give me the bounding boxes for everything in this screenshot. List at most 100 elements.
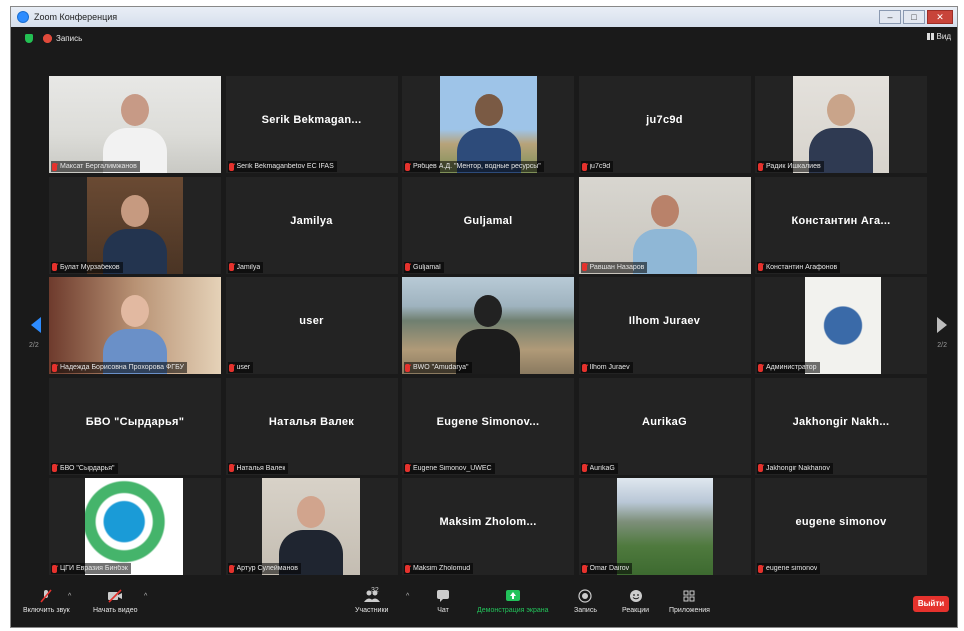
participant-name-label: BWO "Amudarya" (404, 362, 472, 373)
record-button[interactable]: Запись (574, 589, 597, 614)
chat-label: Чат (437, 607, 449, 614)
participant-tile[interactable]: Радик Ишкалиев (755, 76, 927, 173)
participant-name-label: AurikaG (580, 462, 618, 474)
unmute-button[interactable]: Включить звук (23, 589, 70, 614)
participants-count: 32 (371, 587, 379, 594)
participant-video-feed (49, 76, 221, 173)
participant-name-label: Ilhom Juraev (580, 362, 633, 373)
participant-name-label: Jamilya (227, 261, 264, 273)
minimize-button[interactable]: – (879, 10, 901, 24)
person-head (121, 94, 149, 126)
muted-mic-icon (228, 263, 234, 271)
participant-tile[interactable]: Наталья Валек Наталья Валек (225, 377, 398, 475)
person-head (827, 94, 855, 126)
participant-name-label: Булат Мурзабеков (51, 261, 123, 273)
security-shield-icon[interactable] (25, 33, 33, 43)
participant-name-label: Omar Dairov (580, 563, 633, 574)
muted-mic-icon (758, 263, 763, 271)
participant-name: Omar Dairov (589, 565, 630, 572)
chat-button[interactable]: Чат (435, 589, 451, 614)
muted-mic-icon (52, 263, 57, 271)
recording-icon (43, 33, 52, 43)
audio-options-chevron-icon[interactable]: ^ (68, 593, 71, 600)
unmute-label: Включить звук (23, 607, 70, 614)
participant-tile[interactable]: Надежда Борисовна Прохорова ФГБУ (49, 277, 221, 374)
participant-tile[interactable]: AurikaG AurikaG (578, 377, 751, 475)
start-video-label: Начать видео (93, 607, 138, 614)
muted-mic-icon (405, 263, 410, 271)
participant-tile[interactable]: BWO "Amudarya" (402, 277, 574, 374)
participant-name: Рябцев А.Д. "Ментор, водные ресурсы" (413, 163, 541, 170)
participant-name-label: Радик Ишкалиев (757, 161, 824, 172)
participant-tile[interactable]: Константин Ага... Константин Агафонов (755, 176, 927, 274)
muted-mic-icon (228, 564, 234, 573)
participant-tile[interactable]: Omar Dairov (578, 478, 751, 575)
participant-tile[interactable]: Guljamal Guljamal (402, 176, 574, 274)
muted-mic-icon (40, 589, 52, 603)
participant-display-name: ju7c9d (646, 114, 683, 126)
participant-tile[interactable]: Serik Bekmagan... Serik Bekmaganbetov EC … (225, 76, 398, 173)
participant-name-label: ЦГИ Евразия Бинбэк (51, 563, 131, 574)
maximize-button[interactable]: □ (903, 10, 925, 24)
apps-button[interactable]: Приложения (669, 589, 710, 614)
participant-tile[interactable]: Максат Бергалимжанов (49, 76, 221, 173)
leave-meeting-button[interactable]: Выйти (913, 596, 949, 612)
participant-name: Булат Мурзабеков (60, 263, 120, 271)
grid-view-icon (926, 33, 934, 40)
participant-tile[interactable]: Eugene Simonov... Eugene Simonov_UWEC (402, 377, 574, 475)
close-window-button[interactable]: ✕ (927, 10, 953, 24)
start-video-button[interactable]: Начать видео (93, 589, 137, 614)
record-icon (578, 589, 593, 603)
muted-mic-icon (405, 162, 410, 171)
participant-name-label: Eugene Simonov_UWEC (404, 462, 495, 474)
participant-name: Serik Bekmaganbetov EC IFAS (236, 163, 334, 170)
muted-mic-icon (581, 162, 587, 171)
muted-mic-icon (228, 464, 234, 472)
participant-display-name: Guljamal (463, 214, 513, 227)
muted-mic-icon (405, 363, 410, 372)
participant-name: Eugene Simonov_UWEC (413, 464, 492, 472)
participant-tile[interactable]: Jamilya Jamilya (225, 176, 398, 274)
participant-name: БВО "Сырдарья" (60, 464, 115, 472)
muted-mic-icon (228, 162, 234, 171)
muted-mic-icon (758, 564, 763, 573)
participant-tile[interactable]: БВО "Сырдарья" БВО "Сырдарья" (49, 377, 221, 475)
next-page-arrow-icon[interactable] (937, 317, 947, 333)
participant-tile[interactable]: Администратор (755, 277, 927, 374)
muted-mic-icon (581, 363, 587, 372)
share-screen-icon (505, 590, 520, 601)
reactions-button[interactable]: Реакции (622, 589, 649, 614)
participant-tile[interactable]: Maksim Zholom... Maksim Zholomud (402, 478, 574, 575)
participant-name-label: Наталья Валек (227, 462, 289, 474)
view-button[interactable]: Вид (926, 32, 951, 41)
participant-tile[interactable]: Артур Сулейманов (225, 478, 398, 575)
participant-video-feed (440, 76, 537, 173)
participant-tile[interactable]: ju7c9d ju7c9d (578, 76, 751, 173)
participant-tile[interactable]: ЦГИ Евразия Бинбэк (49, 478, 221, 575)
participant-video-feed (793, 76, 889, 173)
video-options-chevron-icon[interactable]: ^ (144, 593, 147, 600)
previous-page-arrow-icon[interactable] (31, 317, 41, 333)
share-screen-button[interactable]: Демонстрация экрана (477, 589, 549, 614)
participant-tile[interactable]: Булат Мурзабеков (49, 176, 221, 274)
participant-tile[interactable]: Равшан Назаров (578, 176, 751, 274)
participants-options-chevron-icon[interactable]: ^ (406, 593, 409, 600)
participant-name: Guljamal (413, 263, 441, 271)
muted-mic-icon (758, 162, 763, 171)
participant-tile[interactable]: eugene simonov eugene simonov (755, 478, 927, 575)
participant-tile[interactable]: user user (225, 277, 398, 374)
participant-name-label: Администратор (757, 362, 820, 373)
participant-tile[interactable]: Ilhom Juraev Ilhom Juraev (578, 277, 751, 374)
participant-name: Maksim Zholomud (413, 565, 471, 572)
participant-name-label: Maksim Zholomud (404, 563, 474, 574)
participant-name-label: Константин Агафонов (757, 261, 841, 273)
participant-name: Jamilya (236, 263, 261, 271)
participant-tile[interactable]: Jakhongir Nakh... Jakhongir Nakhanov (755, 377, 927, 475)
participant-name: Константин Агафонов (766, 263, 838, 271)
participant-display-name: Jakhongir Nakh... (792, 415, 890, 428)
muted-mic-icon (581, 263, 587, 271)
participant-tile[interactable]: Рябцев А.Д. "Ментор, водные ресурсы" (402, 76, 574, 173)
participants-button[interactable]: 32 Участники (355, 587, 388, 614)
muted-mic-icon (52, 464, 57, 472)
participant-name: Радик Ишкалиев (766, 163, 821, 170)
